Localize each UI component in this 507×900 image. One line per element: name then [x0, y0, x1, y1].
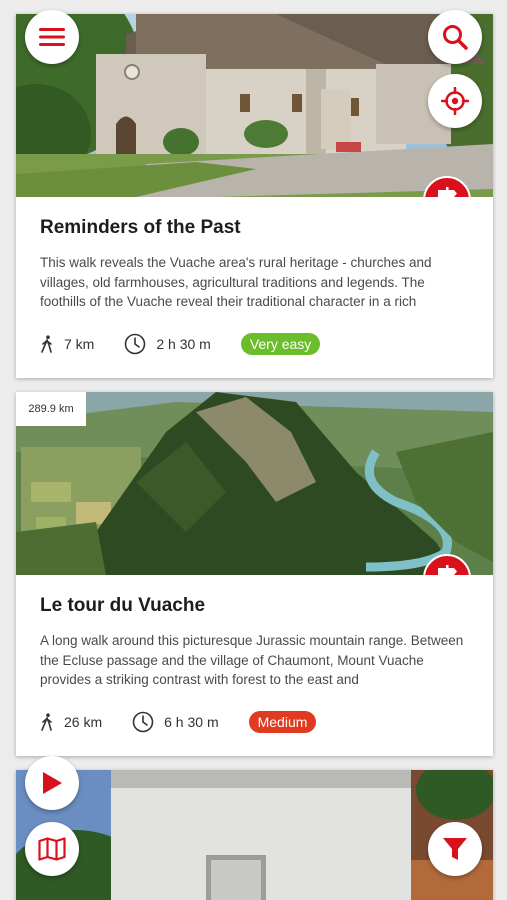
- play-button[interactable]: [25, 756, 79, 810]
- distance-value: 26 km: [64, 714, 103, 730]
- menu-button[interactable]: [25, 10, 79, 64]
- trek-photo-building: [16, 770, 493, 900]
- search-icon: [443, 25, 468, 50]
- trek-description: This walk reveals the Vuache area's rura…: [40, 255, 432, 309]
- distance-info: 26 km: [40, 713, 102, 731]
- duration-value: 2 h 30 m: [156, 336, 211, 352]
- map-icon: [38, 837, 66, 861]
- trek-meta: 26 km 6 h 30 m Medium: [40, 711, 469, 733]
- duration-value: 6 h 30 m: [164, 714, 219, 730]
- trek-title: Reminders of the Past: [40, 217, 241, 238]
- play-icon: [43, 772, 62, 794]
- locate-icon: [441, 87, 469, 115]
- clock-icon: [125, 333, 146, 355]
- trek-card-1[interactable]: Reminders of the Past This walk reveals …: [16, 14, 493, 378]
- duration-info: 2 h 30 m: [124, 333, 211, 355]
- duration-info: 6 h 30 m: [132, 711, 219, 733]
- locate-button[interactable]: [428, 74, 482, 128]
- trek-meta: 7 km 2 h 30 m Very easy: [40, 333, 469, 355]
- difficulty-badge: Very easy: [240, 333, 321, 355]
- trek-title: Le tour du Vuache: [40, 595, 206, 616]
- difficulty-badge: Medium: [248, 711, 317, 733]
- map-button[interactable]: [25, 822, 79, 876]
- filter-icon: [443, 838, 467, 860]
- filter-button[interactable]: [428, 822, 482, 876]
- search-button[interactable]: [428, 10, 482, 64]
- distance-value: 7 km: [64, 336, 95, 352]
- menu-icon: [39, 28, 65, 46]
- trek-description: A long walk around this picturesque Jura…: [40, 633, 464, 687]
- trek-photo-church: [16, 14, 493, 197]
- trek-photo-mountain: 289.9 km: [16, 392, 493, 575]
- distance-from-here: 289.9 km: [16, 392, 86, 426]
- trek-card-2[interactable]: 289.9 km Le tour du Vuache A long walk a…: [16, 392, 493, 756]
- distance-info: 7 km: [40, 335, 94, 353]
- trek-card-3[interactable]: [16, 770, 493, 900]
- hiker-icon: [41, 335, 52, 353]
- clock-icon: [132, 711, 154, 733]
- hiker-icon: [41, 713, 52, 731]
